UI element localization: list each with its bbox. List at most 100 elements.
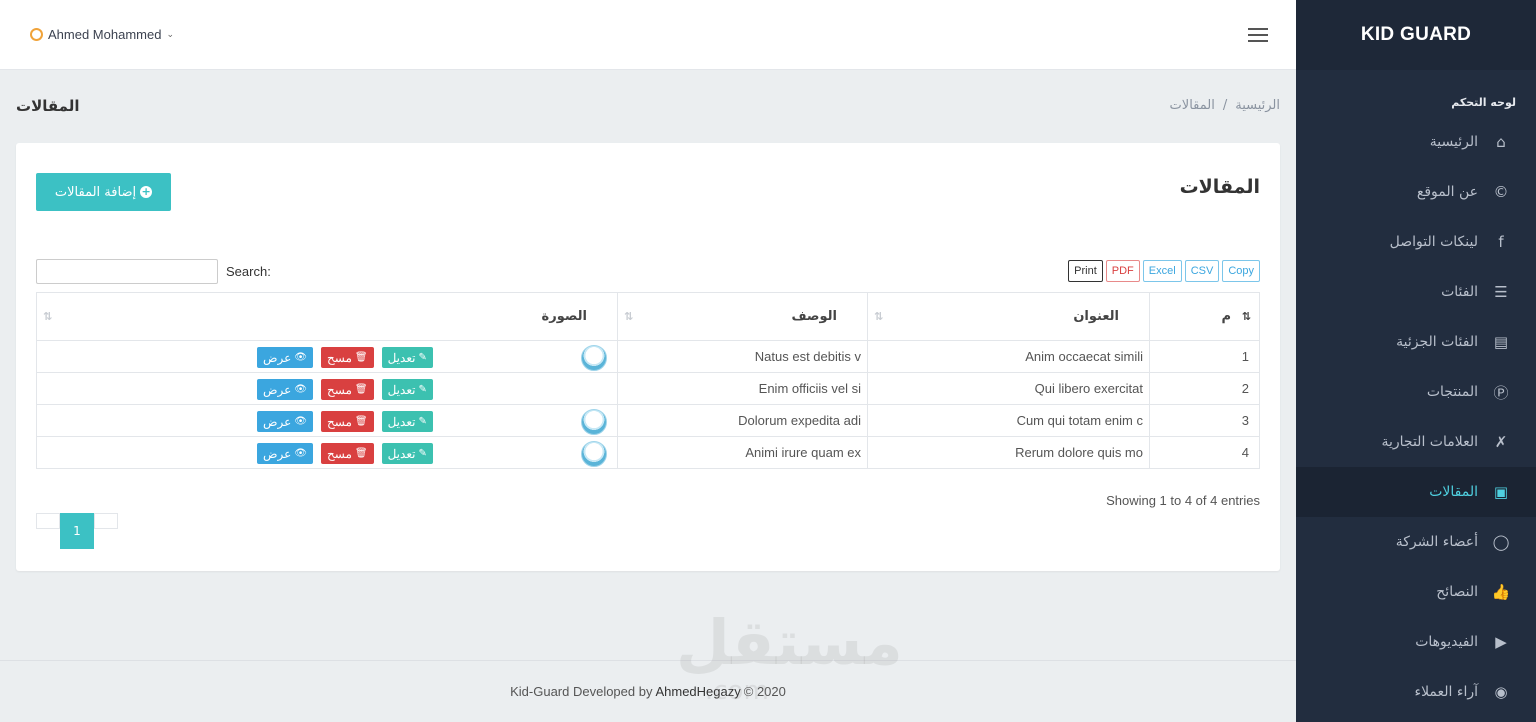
edit-button[interactable]: ✎ تعديل bbox=[381, 443, 433, 464]
sidebar-item-label: عن الموقع bbox=[1416, 184, 1478, 200]
list-alt-icon: ▤ bbox=[1493, 333, 1509, 351]
sidebar-item-user[interactable]: ◯ أعضاء الشركة bbox=[1296, 517, 1536, 567]
column-header-image[interactable]: الصورة ⇅ bbox=[36, 292, 618, 341]
excel-button[interactable]: Excel bbox=[1142, 260, 1182, 282]
edit-icon: ✎ bbox=[418, 416, 427, 427]
plus-circle-icon: + bbox=[140, 185, 153, 198]
cell-image-actions: ✎ تعديل 🗑 مسح 👁 عرض bbox=[36, 340, 618, 373]
pdf-button[interactable]: PDF bbox=[1105, 260, 1140, 282]
row-actions: ✎ تعديل 🗑 مسح 👁 عرض bbox=[257, 379, 433, 400]
sidebar-item-facebook[interactable]: f لينكات التواصل bbox=[1296, 217, 1536, 267]
article-thumbnail[interactable] bbox=[581, 345, 607, 371]
footer: Kid-Guard Developed by AhmedHegazy © 202… bbox=[0, 660, 1296, 722]
home-icon: ⌂ bbox=[1496, 133, 1506, 151]
breadcrumb-separator: / bbox=[1222, 98, 1228, 113]
copy-button[interactable]: Copy bbox=[1222, 260, 1260, 282]
delete-button[interactable]: 🗑 مسح bbox=[321, 443, 374, 464]
search-label: Search: bbox=[226, 264, 271, 279]
eye-icon: 👁 bbox=[294, 384, 307, 395]
edit-button[interactable]: ✎ تعديل bbox=[381, 411, 433, 432]
cell-image-actions: ✎ تعديل 🗑 مسح 👁 عرض bbox=[36, 372, 618, 405]
cell-description: Dolorum expedita adi bbox=[617, 404, 868, 437]
table-row: 2 Qui libero exercitat Enim officiis vel… bbox=[36, 372, 1260, 405]
chevron-down-icon: ⌄ bbox=[166, 29, 174, 39]
csv-button[interactable]: CSV bbox=[1184, 260, 1220, 282]
breadcrumb-current: المقالات bbox=[1169, 98, 1215, 113]
sidebar-item-copyright[interactable]: © عن الموقع bbox=[1296, 167, 1536, 217]
edit-icon: ✎ bbox=[418, 448, 427, 459]
thumbs-up-icon: 👍 bbox=[1491, 583, 1511, 601]
user-menu[interactable]: Ahmed Mohammed ⌄ bbox=[30, 27, 174, 42]
delete-button[interactable]: 🗑 مسح bbox=[321, 411, 374, 432]
delete-button[interactable]: 🗑 مسح bbox=[321, 379, 374, 400]
search-input[interactable] bbox=[36, 259, 218, 284]
trash-icon: 🗑 bbox=[354, 352, 368, 363]
cell-image-actions: ✎ تعديل 🗑 مسح 👁 عرض bbox=[36, 404, 618, 437]
breadcrumb: الرئيسية / المقالات bbox=[1170, 98, 1280, 113]
trash-icon: 🗑 bbox=[354, 384, 368, 395]
trash-icon: 🗑 bbox=[354, 416, 368, 427]
sidebar-item-home[interactable]: ⌂ الرئيسية bbox=[1296, 117, 1536, 167]
eye-icon: 👁 bbox=[294, 352, 307, 363]
cell-number: 3 bbox=[1149, 404, 1260, 437]
sidebar-nav: ⌂ الرئيسية © عن الموقع f لينكات التواصل ☰ الفئا… bbox=[1296, 117, 1536, 717]
delete-button[interactable]: 🗑 مسح bbox=[321, 347, 374, 368]
column-header-description[interactable]: الوصف ⇅ bbox=[617, 292, 868, 341]
sidebar-item-list-alt[interactable]: ▤ الفئات الجزئية bbox=[1296, 317, 1536, 367]
sidebar-item-label: أعضاء الشركة bbox=[1395, 534, 1478, 550]
cell-description: Enim officiis vel si bbox=[617, 372, 868, 405]
view-button[interactable]: 👁 عرض bbox=[257, 411, 313, 432]
sidebar-item-video[interactable]: ▶ الفيديوهات bbox=[1296, 617, 1536, 667]
sort-icon: ⇅ bbox=[43, 310, 53, 323]
pagination-page-1[interactable]: 1 bbox=[60, 513, 94, 549]
article-thumbnail[interactable] bbox=[581, 441, 607, 467]
brand-logo[interactable]: KID GUARD bbox=[1296, 0, 1536, 70]
pagination-next[interactable] bbox=[94, 513, 118, 529]
view-button[interactable]: 👁 عرض bbox=[257, 443, 313, 464]
sidebar-item-label: الفئات bbox=[1441, 284, 1478, 300]
cell-description: Natus est debitis v bbox=[617, 340, 868, 373]
row-actions: ✎ تعديل 🗑 مسح 👁 عرض bbox=[257, 347, 433, 368]
xing-icon: ✗ bbox=[1494, 433, 1508, 451]
sidebar-item-label: الفئات الجزئية bbox=[1396, 334, 1478, 350]
column-header-number[interactable]: ⇅ م bbox=[1149, 292, 1260, 341]
sidebar-section-title: لوحه التحكم bbox=[1451, 96, 1516, 109]
cell-title: Qui libero exercitat bbox=[867, 372, 1150, 405]
edit-button[interactable]: ✎ تعديل bbox=[381, 379, 433, 400]
watermark-sub: .com bbox=[705, 676, 769, 706]
sidebar-item-list[interactable]: ☰ الفئات bbox=[1296, 267, 1536, 317]
cell-title: Anim occaecat simili bbox=[867, 340, 1150, 373]
sidebar-item-label: العلامات التجارية bbox=[1381, 434, 1478, 450]
sidebar-item-thumbs-up[interactable]: 👍 النصائح bbox=[1296, 567, 1536, 617]
facebook-icon: f bbox=[1498, 233, 1504, 251]
add-article-button[interactable]: + إضافة المقالات bbox=[36, 173, 171, 211]
user-circle-icon: ◉ bbox=[1494, 683, 1508, 701]
edit-button[interactable]: ✎ تعديل bbox=[381, 347, 433, 368]
user-avatar-icon bbox=[30, 28, 43, 41]
pagination-previous[interactable] bbox=[36, 513, 60, 529]
breadcrumb-home[interactable]: الرئيسية bbox=[1235, 98, 1280, 113]
cell-title: Rerum dolore quis mo bbox=[867, 436, 1150, 469]
sort-asc-icon: ⇅ bbox=[1241, 310, 1251, 323]
view-button[interactable]: 👁 عرض bbox=[257, 347, 313, 368]
sidebar-item-xing[interactable]: ✗ العلامات التجارية bbox=[1296, 417, 1536, 467]
sidebar-item-user-circle[interactable]: ◉ آراء العملاء bbox=[1296, 667, 1536, 717]
sidebar: KID GUARD لوحه التحكم ⌂ الرئيسية © عن الموق… bbox=[1296, 0, 1536, 722]
menu-toggle-icon[interactable] bbox=[1248, 28, 1268, 42]
sidebar-item-newspaper[interactable]: ▣ المقالات bbox=[1296, 467, 1536, 517]
sidebar-item-product[interactable]: Ⓟ المنتجات bbox=[1296, 367, 1536, 417]
article-thumbnail[interactable] bbox=[581, 409, 607, 435]
footer-prefix: Kid-Guard Developed by bbox=[510, 684, 653, 699]
view-button[interactable]: 👁 عرض bbox=[257, 379, 313, 400]
pagination: 1 bbox=[36, 513, 118, 549]
print-button[interactable]: Print bbox=[1068, 260, 1103, 282]
top-header: Ahmed Mohammed ⌄ bbox=[0, 0, 1296, 70]
row-actions: ✎ تعديل 🗑 مسح 👁 عرض bbox=[257, 411, 433, 432]
video-icon: ▶ bbox=[1495, 633, 1507, 651]
product-icon: Ⓟ bbox=[1493, 383, 1509, 402]
cell-number: 1 bbox=[1149, 340, 1260, 373]
column-header-title[interactable]: العنوان ⇅ bbox=[867, 292, 1150, 341]
sidebar-item-label: الفيديوهات bbox=[1415, 634, 1478, 650]
edit-icon: ✎ bbox=[418, 384, 427, 395]
user-icon: ◯ bbox=[1492, 533, 1510, 551]
